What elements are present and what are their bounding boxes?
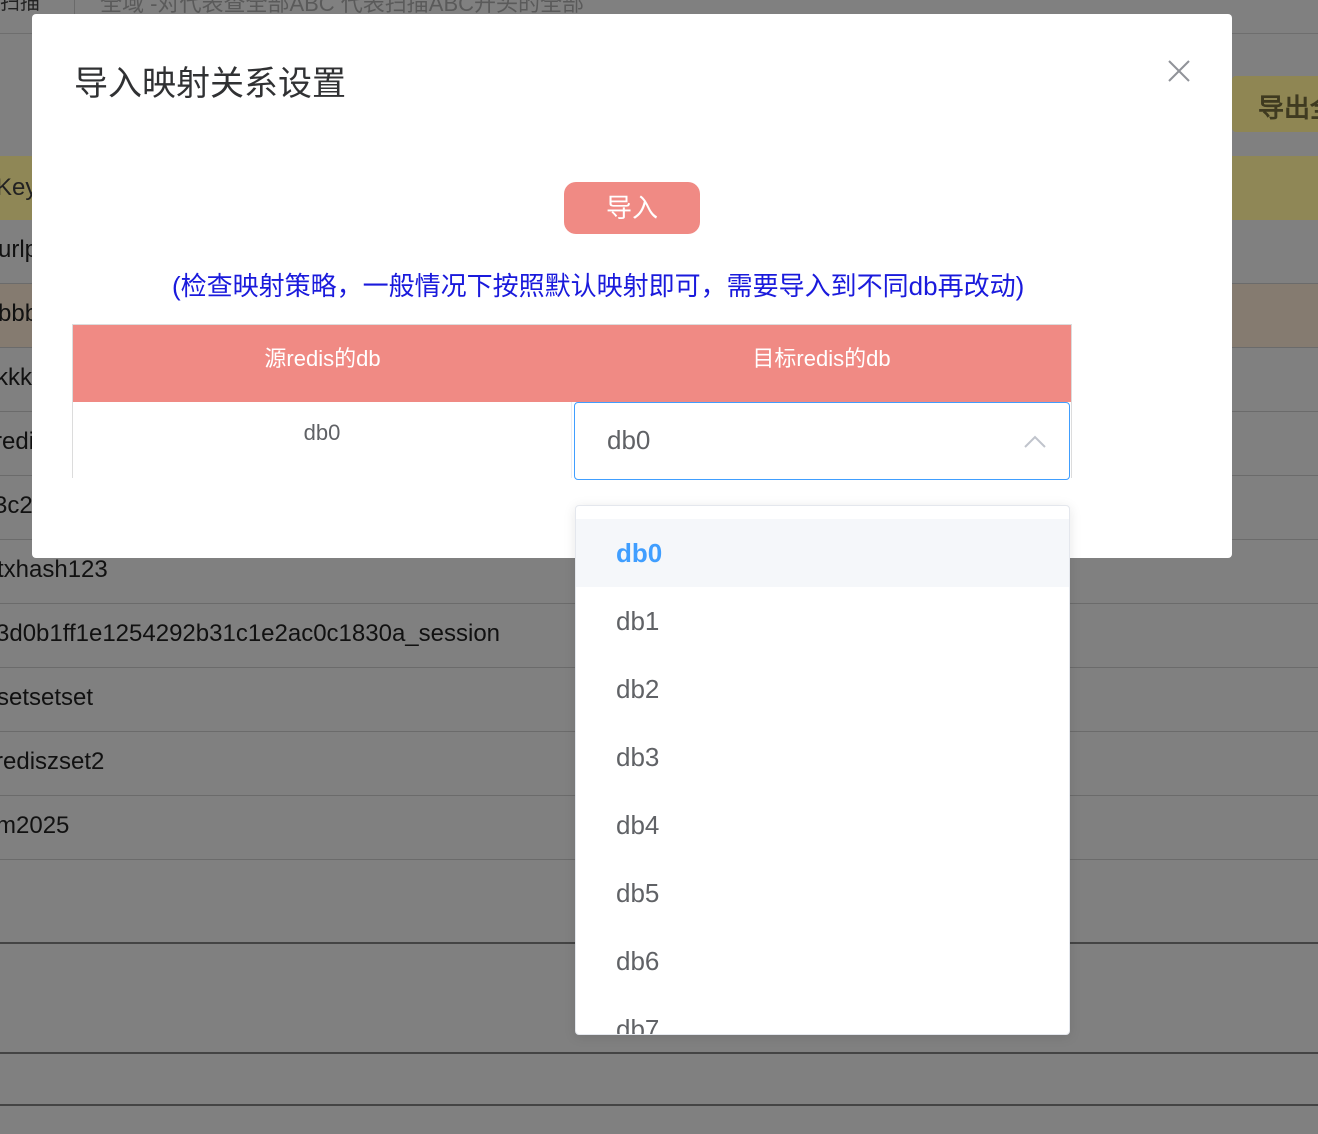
chevron-up-icon [1024,435,1046,448]
mapping-table-header: 源redis的db 目标redis的db [73,325,1071,402]
mapping-hint: (检查映射策略，一般情况下按照默认映射即可，需要导入到不同db再改动) [172,271,1025,301]
row-key: 3d0b1ff1e1254292b31c1e2ac0c1830a_session [0,620,501,647]
source-db-cell: db0 [73,402,572,478]
search-label: 扫描 [0,0,40,14]
target-db-select-value: db0 [607,425,651,455]
divider [0,1104,1318,1106]
row-key: rediszset2 [0,748,105,775]
dropdown-option-db4[interactable]: db4 [576,791,1069,859]
row-key: setsetset [0,684,94,711]
dropdown-option-db2[interactable]: db2 [576,655,1069,723]
dropdown-option-db7[interactable]: db7 [576,995,1069,1034]
dropdown-option-db1[interactable]: db1 [576,587,1069,655]
row-key: kkk [0,364,32,391]
dropdown-option-db5[interactable]: db5 [576,859,1069,927]
dropdown-option-db0[interactable]: db0 [576,519,1069,587]
target-db-column-header: 目标redis的db [752,346,891,371]
close-icon[interactable] [1162,54,1196,88]
row-key: m2025 [0,812,70,839]
dropdown-option-db3[interactable]: db3 [576,723,1069,791]
import-button[interactable]: 导入 [564,182,700,234]
target-db-select[interactable]: db0 [574,402,1070,480]
dropdown-option-db6[interactable]: db6 [576,927,1069,995]
export-button[interactable]: 导出全 [1232,76,1318,132]
divider [0,1052,1318,1054]
row-key: txhash123 [0,556,108,583]
source-db-column-header: 源redis的db [264,346,381,371]
dialog-title: 导入映射关系设置 [74,65,346,103]
db-options-dropdown: db0 db1 db2 db3 db4 db5 db6 db7 [575,505,1070,1035]
